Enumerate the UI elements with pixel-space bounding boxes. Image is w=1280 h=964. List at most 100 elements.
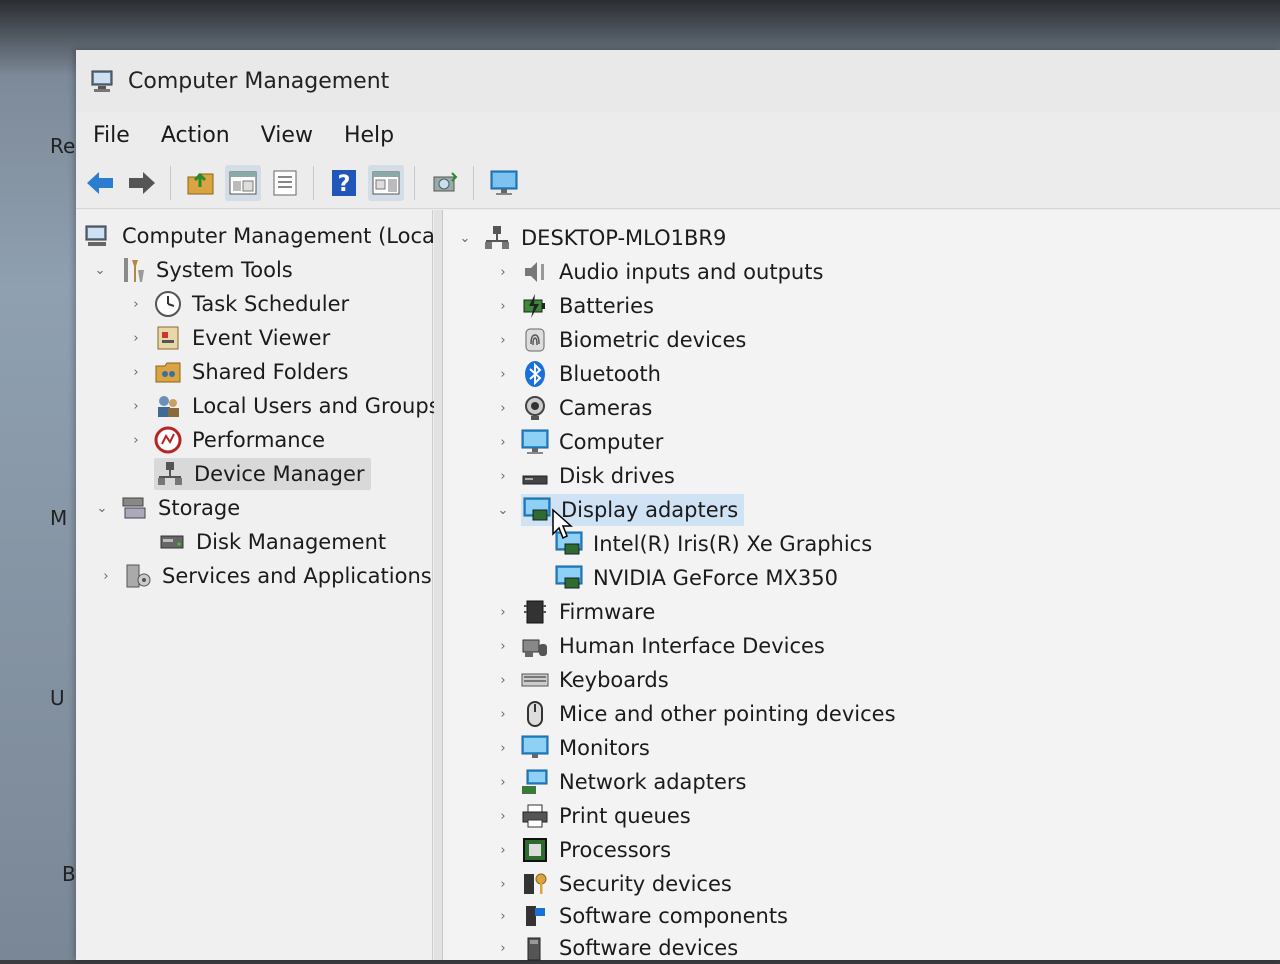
device-category[interactable]: › Bluetooth — [495, 358, 661, 390]
tree-item-local-users-groups[interactable]: › Local Users and Groups — [128, 390, 439, 422]
title-bar[interactable]: Computer Management — [76, 50, 1280, 112]
menu-bar: File Action View Help — [76, 112, 1280, 158]
tree-item-storage[interactable]: ⌄ Storage — [94, 492, 241, 524]
chevron-right-icon[interactable]: › — [128, 330, 144, 346]
chevron-down-icon[interactable]: ⌄ — [457, 230, 473, 246]
tree-item-label: Performance — [192, 428, 326, 452]
chevron-right-icon[interactable]: › — [495, 740, 511, 756]
device-category[interactable]: › Print queues — [495, 800, 690, 832]
tree-item-disk-management[interactable]: Disk Management — [158, 526, 386, 558]
menu-help[interactable]: Help — [344, 123, 394, 148]
chevron-right-icon[interactable]: › — [495, 842, 511, 858]
chevron-down-icon[interactable]: ⌄ — [94, 500, 110, 516]
help-icon[interactable]: ? — [326, 165, 362, 201]
scan-hardware-icon[interactable] — [427, 165, 463, 201]
chevron-right-icon[interactable]: › — [495, 468, 511, 484]
device-category[interactable]: › Mice and other pointing devices — [495, 698, 896, 730]
menu-file[interactable]: File — [93, 123, 130, 148]
chevron-right-icon[interactable]: › — [495, 366, 511, 382]
chevron-right-icon[interactable]: › — [128, 432, 144, 448]
show-action-pane-icon[interactable] — [368, 165, 404, 201]
device-category[interactable]: › Human Interface Devices — [495, 630, 824, 662]
chevron-right-icon[interactable]: › — [495, 332, 511, 348]
camera-icon — [525, 396, 545, 420]
up-folder-icon[interactable] — [183, 165, 219, 201]
svg-text:?: ? — [338, 172, 351, 197]
tree-item-task-scheduler[interactable]: › Task Scheduler — [128, 288, 349, 320]
chevron-right-icon[interactable]: › — [495, 908, 511, 924]
chevron-right-icon[interactable]: › — [495, 400, 511, 416]
device-category[interactable]: › Keyboards — [495, 664, 668, 696]
speaker-icon — [525, 262, 544, 282]
tree-item-label: Task Scheduler — [192, 292, 350, 316]
device-category-expanded[interactable]: ⌄ Display adapters — [495, 494, 745, 526]
device-item[interactable]: Intel(R) Iris(R) Xe Graphics — [555, 528, 872, 560]
tree-item-performance[interactable]: › Performance — [128, 424, 325, 456]
category-label: Processors — [559, 838, 672, 862]
tree-item-event-viewer[interactable]: › Event Viewer — [128, 322, 330, 354]
chevron-right-icon[interactable]: › — [495, 940, 511, 956]
device-category[interactable]: › Audio inputs and outputs — [495, 256, 823, 288]
pane-splitter[interactable] — [434, 210, 443, 960]
users-icon — [158, 396, 179, 417]
disk-drive-icon — [522, 475, 548, 485]
device-category[interactable]: › Network adapters — [495, 766, 746, 798]
device-category[interactable]: › Computer — [495, 426, 663, 458]
tree-item-computer-management-local[interactable]: Computer Management (Local) — [84, 220, 449, 252]
chevron-right-icon[interactable]: › — [98, 568, 114, 584]
show-hide-tree-icon[interactable] — [225, 165, 261, 201]
selected-highlight: Device Manager — [154, 458, 371, 490]
device-category[interactable]: › Software components — [495, 900, 788, 932]
chevron-right-icon[interactable]: › — [495, 808, 511, 824]
desktop-icon-label[interactable]: U — [50, 686, 65, 710]
monitor-icon[interactable] — [486, 165, 522, 201]
chevron-right-icon[interactable]: › — [495, 672, 511, 688]
event-viewer-icon — [157, 326, 179, 350]
chevron-right-icon[interactable]: › — [495, 706, 511, 722]
hid-icon — [522, 639, 547, 657]
computer-tree-icon — [485, 226, 509, 249]
chevron-right-icon[interactable]: › — [495, 876, 511, 892]
processor-icon — [523, 838, 547, 862]
computer-management-icon — [91, 70, 113, 92]
chevron-right-icon[interactable]: › — [128, 296, 144, 312]
menu-view[interactable]: View — [261, 123, 313, 148]
device-category[interactable]: › Processors — [495, 834, 671, 866]
chevron-right-icon[interactable]: › — [495, 638, 511, 654]
device-item[interactable]: NVIDIA GeForce MX350 — [555, 562, 838, 594]
tree-item-shared-folders[interactable]: › Shared Folders — [128, 356, 348, 388]
device-category[interactable]: › Security devices — [495, 868, 731, 900]
category-label: Cameras — [559, 396, 653, 420]
chevron-right-icon[interactable]: › — [128, 398, 144, 414]
tree-item-label: Device Manager — [194, 462, 365, 486]
chevron-down-icon[interactable]: ⌄ — [495, 502, 511, 518]
device-category[interactable]: › Cameras — [495, 392, 652, 424]
tree-item-services-applications[interactable]: › Services and Applications — [98, 560, 431, 592]
chevron-right-icon[interactable]: › — [495, 298, 511, 314]
chevron-right-icon[interactable]: › — [495, 434, 511, 450]
tree-item-system-tools[interactable]: ⌄ System Tools — [92, 254, 293, 286]
device-category[interactable]: › Monitors — [495, 732, 650, 764]
firmware-icon — [524, 600, 546, 624]
back-icon[interactable] — [82, 165, 118, 201]
chevron-right-icon[interactable]: › — [495, 604, 511, 620]
device-category[interactable]: › Batteries — [495, 290, 654, 322]
desktop-icon-label[interactable]: Re — [50, 134, 75, 158]
software-component-icon — [526, 906, 545, 926]
category-label: Monitors — [559, 736, 650, 760]
chevron-right-icon[interactable]: › — [495, 774, 511, 790]
tree-item-device-manager[interactable]: Device Manager — [154, 458, 371, 490]
desktop-icon-label[interactable]: M — [50, 506, 67, 530]
device-category[interactable]: › Firmware — [495, 596, 655, 628]
properties-icon[interactable] — [267, 165, 303, 201]
device-tree-root[interactable]: ⌄ DESKTOP-MLO1BR9 — [457, 222, 726, 254]
chevron-down-icon[interactable]: ⌄ — [92, 262, 108, 278]
device-category[interactable]: › Biometric devices — [495, 324, 746, 356]
device-category[interactable]: › Software devices — [495, 932, 738, 964]
forward-icon[interactable] — [124, 165, 160, 201]
device-category[interactable]: › Disk drives — [495, 460, 674, 492]
menu-action[interactable]: Action — [161, 123, 230, 148]
chevron-right-icon[interactable]: › — [495, 264, 511, 280]
device-label: Intel(R) Iris(R) Xe Graphics — [593, 532, 873, 556]
chevron-right-icon[interactable]: › — [128, 364, 144, 380]
